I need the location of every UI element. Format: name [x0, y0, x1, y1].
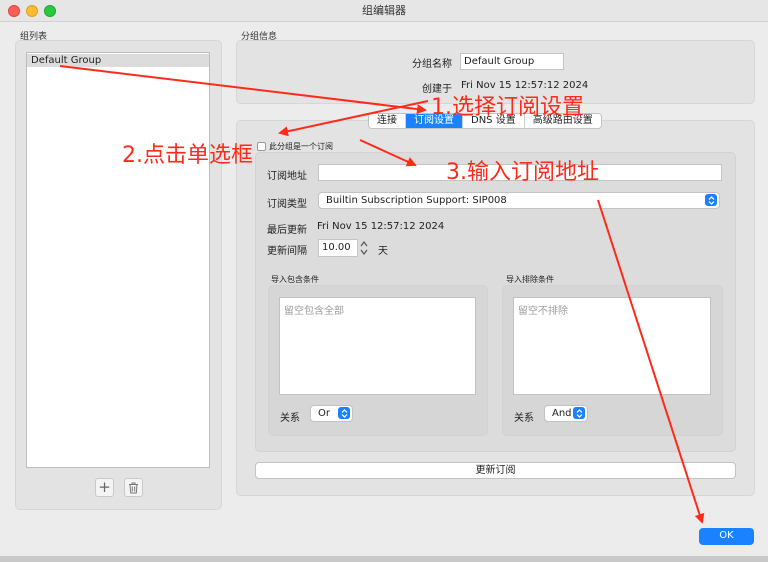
arrow-to-checkbox: [278, 100, 429, 137]
arrow-to-ok-button: [597, 199, 705, 524]
annotation-step1: 1.选择订阅设置: [431, 95, 584, 120]
annotation-arrows: [59, 65, 705, 524]
arrow-to-subscription-tab: [59, 65, 427, 115]
arrow-to-url-input: [359, 139, 417, 167]
annotation-step2: 2.点击单选框: [122, 143, 253, 168]
annotation-step3: 3.输入订阅地址: [446, 160, 599, 185]
